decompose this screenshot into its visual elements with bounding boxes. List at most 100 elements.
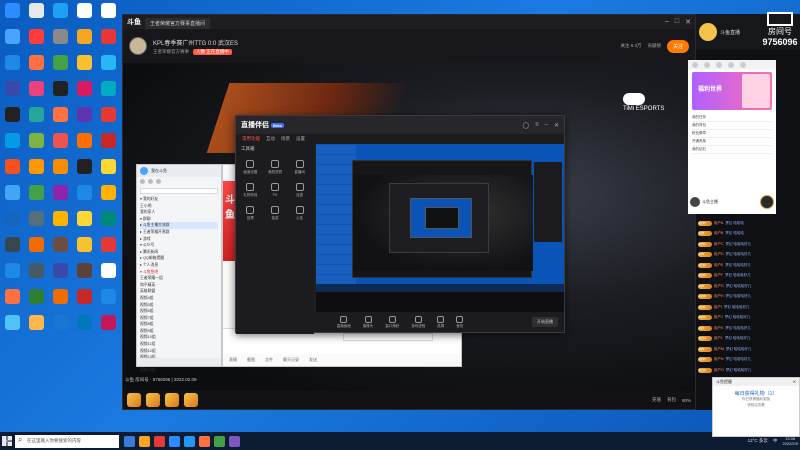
list-item[interactable]: 视频11组 bbox=[140, 341, 218, 348]
desktop-shortcut-icon[interactable] bbox=[72, 184, 96, 210]
desktop-shortcut-icon[interactable] bbox=[0, 288, 24, 314]
desktop-shortcut-icon[interactable] bbox=[96, 54, 120, 80]
list-item[interactable]: ▸ 斗鱼主播交流群 bbox=[140, 222, 218, 229]
source-button[interactable]: 窗口捕获 bbox=[385, 315, 399, 329]
taskbar-app-icon[interactable] bbox=[184, 435, 195, 447]
minimize-icon[interactable]: – bbox=[665, 18, 669, 26]
start-live-button[interactable]: 开始直播 bbox=[532, 317, 558, 327]
chat-username[interactable]: 用户O bbox=[714, 368, 724, 373]
desktop-shortcut-icon[interactable] bbox=[48, 314, 72, 340]
list-item[interactable]: ▾ 公众号 bbox=[140, 242, 218, 249]
desktop-shortcut-icon[interactable] bbox=[72, 132, 96, 158]
desktop-shortcut-icon[interactable] bbox=[72, 28, 96, 54]
menu-item[interactable]: 我的任务 bbox=[692, 114, 772, 122]
backpack-button[interactable]: 背包 bbox=[667, 397, 676, 403]
list-item[interactable]: ▸ 游戏 bbox=[140, 236, 218, 243]
chat-username[interactable]: 用户C bbox=[714, 242, 724, 247]
menu-item[interactable]: 我的背包 bbox=[692, 122, 772, 130]
desktop-shortcut-icon[interactable] bbox=[0, 28, 24, 54]
taskbar-app-icon[interactable] bbox=[139, 435, 150, 447]
list-item[interactable]: 视频15组 bbox=[140, 367, 218, 374]
desktop-shortcut-icon[interactable] bbox=[48, 54, 72, 80]
desktop-shortcut-icon[interactable] bbox=[24, 28, 48, 54]
language-indicator[interactable]: 中 bbox=[773, 438, 778, 444]
list-item[interactable]: 视频10组 bbox=[140, 334, 218, 341]
desktop-shortcut-icon[interactable] bbox=[24, 184, 48, 210]
desktop-shortcut-icon[interactable] bbox=[0, 184, 24, 210]
list-item[interactable]: 视频12组 bbox=[140, 348, 218, 355]
list-item[interactable]: ▸ 腾讯新闻 bbox=[140, 249, 218, 256]
list-item[interactable]: ▸ 王者荣耀开黑群 bbox=[140, 229, 218, 236]
source-button[interactable]: 游戏进程 bbox=[411, 315, 425, 329]
desktop-shortcut-icon[interactable] bbox=[72, 262, 96, 288]
recharge-button[interactable]: 充值 bbox=[652, 397, 661, 403]
tab-1[interactable]: 互动 bbox=[266, 136, 275, 142]
taskbar-app-icon[interactable] bbox=[199, 435, 210, 447]
desktop-shortcut-icon[interactable] bbox=[72, 314, 96, 340]
menu-item[interactable]: 粉丝徽章 bbox=[692, 130, 772, 138]
close-icon[interactable]: ✕ bbox=[793, 379, 796, 385]
chat-username[interactable]: 用户J bbox=[714, 315, 723, 320]
weather-widget[interactable]: 12°C 多云 bbox=[748, 438, 768, 444]
desktop-shortcut-icon[interactable] bbox=[48, 184, 72, 210]
space-icon[interactable] bbox=[148, 179, 153, 184]
source-button[interactable]: 投屏 bbox=[437, 315, 445, 329]
popup-title[interactable]: 每日获得礼物（1） bbox=[713, 390, 799, 397]
desktop-shortcut-icon[interactable] bbox=[48, 262, 72, 288]
user-icon[interactable]: ◯ bbox=[522, 122, 529, 129]
tool-button[interactable]: 抽奖 bbox=[265, 206, 286, 221]
chat-username[interactable]: 用户B bbox=[714, 231, 723, 236]
desktop-shortcut-icon[interactable] bbox=[96, 158, 120, 184]
desktop-shortcut-icon[interactable] bbox=[48, 106, 72, 132]
tab-2[interactable]: 场景 bbox=[281, 136, 290, 142]
windows-start-icon[interactable] bbox=[2, 436, 12, 446]
tool-button[interactable]: 公告 bbox=[289, 206, 310, 221]
taskbar-app-icon[interactable] bbox=[229, 435, 240, 447]
list-item[interactable]: 视频9组 bbox=[140, 328, 218, 335]
desktop-shortcut-icon[interactable] bbox=[96, 288, 120, 314]
anchor-avatar[interactable] bbox=[129, 37, 147, 55]
menu-item[interactable]: 开通贵族 bbox=[692, 138, 772, 146]
desktop-shortcut-icon[interactable] bbox=[96, 28, 120, 54]
menu-icon[interactable]: ≡ bbox=[535, 122, 539, 129]
desktop-shortcut-icon[interactable] bbox=[72, 236, 96, 262]
tool-button[interactable]: 连麦 bbox=[289, 183, 310, 198]
list-item[interactable]: 视频6组 bbox=[140, 308, 218, 315]
chat-username[interactable]: 用户D bbox=[714, 252, 724, 257]
desktop-shortcut-icon[interactable] bbox=[48, 80, 72, 106]
rank-link[interactable]: 贡献榜 bbox=[647, 43, 661, 49]
maximize-icon[interactable]: □ bbox=[675, 18, 679, 26]
qq-search-input[interactable] bbox=[140, 188, 218, 194]
desktop-shortcut-icon[interactable] bbox=[24, 2, 48, 28]
tool-button[interactable]: PK bbox=[265, 183, 286, 198]
tool-button[interactable]: 画面设置 bbox=[240, 160, 261, 175]
desktop-shortcut-icon[interactable] bbox=[72, 106, 96, 132]
desktop-shortcut-icon[interactable] bbox=[96, 314, 120, 340]
minimize-icon[interactable]: – bbox=[545, 122, 548, 129]
chat-username[interactable]: 用户E bbox=[714, 263, 723, 268]
gift-icon[interactable] bbox=[184, 393, 198, 407]
tab-3[interactable]: 设置 bbox=[296, 136, 305, 142]
source-button[interactable]: 摄像头 bbox=[363, 315, 373, 329]
desktop-shortcut-icon[interactable] bbox=[0, 210, 24, 236]
taskbar-search-input[interactable]: 在这里输入你要搜索的内容 bbox=[15, 434, 119, 448]
mail-icon[interactable] bbox=[140, 179, 145, 184]
ad-row[interactable]: 斗鱼主播 bbox=[690, 194, 774, 210]
desktop-shortcut-icon[interactable] bbox=[48, 288, 72, 314]
taskbar-app-icon[interactable] bbox=[124, 435, 135, 447]
anchor-avatar[interactable] bbox=[699, 23, 717, 41]
desktop-shortcut-icon[interactable] bbox=[24, 210, 48, 236]
desktop-shortcut-icon[interactable] bbox=[0, 158, 24, 184]
desktop-shortcut-icon[interactable] bbox=[24, 106, 48, 132]
desktop-shortcut-icon[interactable] bbox=[48, 2, 72, 28]
chat-username[interactable]: 用户M bbox=[714, 347, 724, 352]
desktop-shortcut-icon[interactable] bbox=[0, 236, 24, 262]
chat-input[interactable] bbox=[343, 333, 433, 341]
list-item[interactable]: 我的家人 bbox=[140, 209, 218, 216]
tool-button[interactable]: 直播间 bbox=[289, 160, 310, 175]
chat-username[interactable]: 用户N bbox=[714, 357, 724, 362]
desktop-shortcut-icon[interactable] bbox=[0, 80, 24, 106]
follow-button[interactable]: 关注 bbox=[666, 39, 689, 53]
desktop-shortcut-icon[interactable] bbox=[72, 80, 96, 106]
category-label[interactable]: 王者荣耀官方赛事 bbox=[153, 49, 189, 55]
